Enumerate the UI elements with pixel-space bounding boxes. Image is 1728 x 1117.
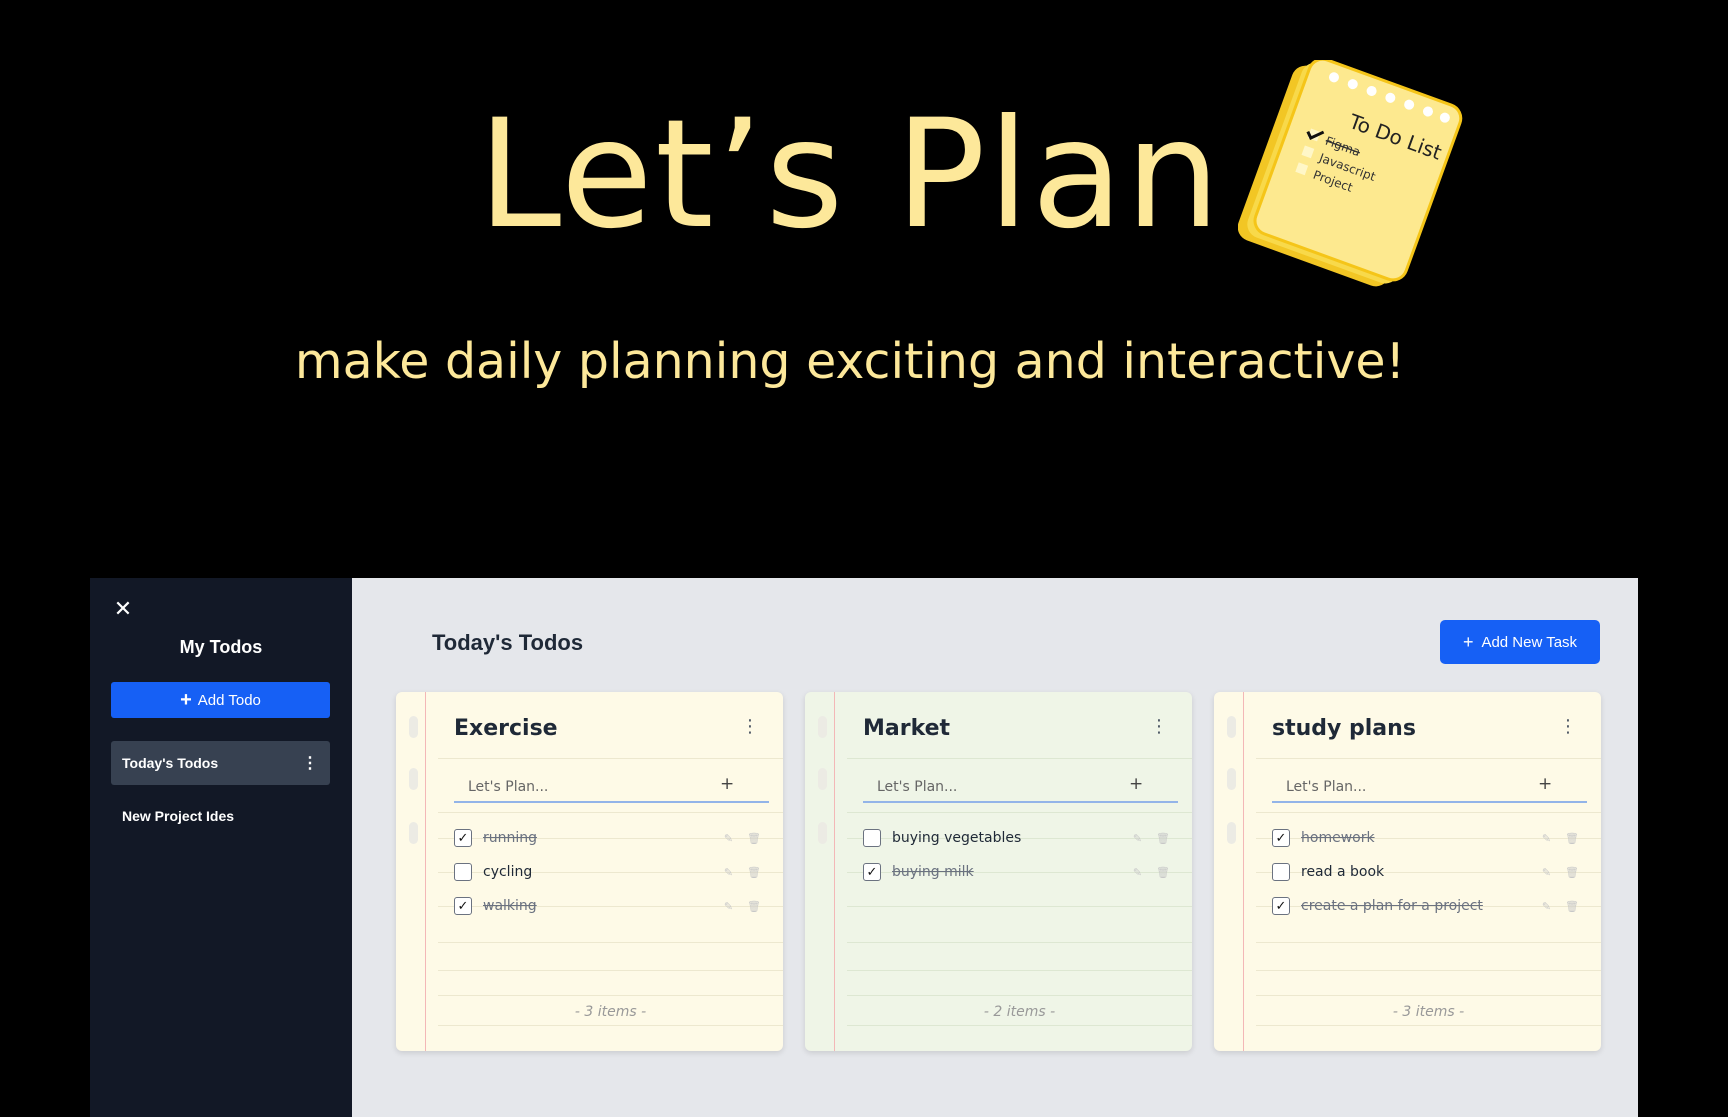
pencil-icon[interactable]: ✎ xyxy=(1133,866,1142,879)
more-vertical-icon[interactable]: ⋮ xyxy=(1559,716,1577,737)
task-text: running xyxy=(483,830,538,846)
card-item-count: - 3 items - xyxy=(574,1004,647,1020)
task-text: read a book xyxy=(1301,864,1385,880)
task-item: cycling ✎ 🗑 xyxy=(454,860,769,884)
trash-icon[interactable]: 🗑 xyxy=(1565,900,1579,913)
sidebar-item-label: New Project Ides xyxy=(122,808,235,824)
task-text: buying milk xyxy=(892,864,974,880)
task-checkbox[interactable] xyxy=(863,829,881,847)
trash-icon[interactable]: 🗑 xyxy=(1565,832,1579,845)
task-item: ✓ buying milk ✎ 🗑 xyxy=(863,860,1178,884)
add-todo-label: Add Todo xyxy=(197,691,261,709)
card-item-count: - 3 items - xyxy=(1392,1004,1465,1020)
pencil-icon[interactable]: ✎ xyxy=(1542,832,1551,845)
notepad-illustration: To Do List Figma Javascript Project xyxy=(1238,60,1463,287)
task-item: buying vegetables ✎ 🗑 xyxy=(863,826,1178,850)
pencil-icon[interactable]: ✎ xyxy=(724,832,733,845)
add-new-task-button[interactable]: + Add New Task xyxy=(1440,620,1600,664)
trash-icon[interactable]: 🗑 xyxy=(747,900,761,913)
sidebar-item-todays-todos[interactable]: Today's Todos ⋮ xyxy=(111,741,330,785)
todo-card-market: Market ⋮ + buying vegetables ✎ 🗑 ✓ buying… xyxy=(805,692,1192,1051)
task-text: buying vegetables xyxy=(892,830,1022,846)
pencil-icon[interactable]: ✎ xyxy=(1133,832,1142,845)
pencil-icon[interactable]: ✎ xyxy=(724,900,733,913)
main-panel: Today's Todos + Add New Task Exercise ⋮ … xyxy=(352,578,1638,1117)
task-checkbox[interactable]: ✓ xyxy=(863,863,881,881)
pencil-icon[interactable]: ✎ xyxy=(1542,866,1551,879)
plus-icon: + xyxy=(1462,631,1474,652)
task-checkbox[interactable]: ✓ xyxy=(454,897,472,915)
add-todo-button[interactable]: + Add Todo xyxy=(111,682,330,718)
app-window: ✕ My Todos + Add Todo Today's Todos ⋮ Ne… xyxy=(90,578,1638,1117)
task-text: homework xyxy=(1301,830,1375,846)
margin-line xyxy=(834,692,835,1051)
pencil-icon[interactable]: ✎ xyxy=(724,866,733,879)
more-vertical-icon[interactable]: ⋮ xyxy=(741,716,759,737)
hero-subtitle: make daily planning exciting and interac… xyxy=(294,333,1406,390)
task-text: walking xyxy=(483,898,537,914)
pencil-icon[interactable]: ✎ xyxy=(1542,900,1551,913)
task-item: ✓ walking ✎ 🗑 xyxy=(454,894,769,918)
add-task-plus-icon[interactable]: + xyxy=(1538,774,1552,794)
todo-cards: Exercise ⋮ + ✓ running ✎ 🗑 cycling ✎ 🗑 ✓ w… xyxy=(396,692,1601,1051)
plus-icon: + xyxy=(180,688,192,711)
card-title: Market xyxy=(863,716,951,741)
add-task-plus-icon[interactable]: + xyxy=(1129,774,1143,794)
task-item: read a book ✎ 🗑 xyxy=(1272,860,1587,884)
close-icon[interactable]: ✕ xyxy=(112,598,134,620)
trash-icon[interactable]: 🗑 xyxy=(747,866,761,879)
task-text: create a plan for a project xyxy=(1301,898,1483,914)
task-checkbox[interactable] xyxy=(454,863,472,881)
task-item: ✓ homework ✎ 🗑 xyxy=(1272,826,1587,850)
trash-icon[interactable]: 🗑 xyxy=(1565,866,1579,879)
sidebar-title: My Todos xyxy=(179,637,263,657)
trash-icon[interactable]: 🗑 xyxy=(747,832,761,845)
sidebar-item-new-project-ides[interactable]: New Project Ides xyxy=(111,794,330,838)
task-checkbox[interactable]: ✓ xyxy=(1272,897,1290,915)
task-checkbox[interactable] xyxy=(1272,863,1290,881)
task-item: ✓ create a plan for a project ✎ 🗑 xyxy=(1272,894,1587,918)
todo-card-exercise: Exercise ⋮ + ✓ running ✎ 🗑 cycling ✎ 🗑 ✓ w… xyxy=(396,692,783,1051)
task-item: ✓ running ✎ 🗑 xyxy=(454,826,769,850)
more-vertical-icon[interactable]: ⋮ xyxy=(1150,716,1168,737)
more-vertical-icon[interactable]: ⋮ xyxy=(302,753,318,773)
task-checkbox[interactable]: ✓ xyxy=(1272,829,1290,847)
page-title: Today's Todos xyxy=(432,630,584,655)
card-item-count: - 2 items - xyxy=(983,1004,1056,1020)
add-task-plus-icon[interactable]: + xyxy=(720,774,734,794)
margin-line xyxy=(425,692,426,1051)
add-new-task-label: Add New Task xyxy=(1481,633,1578,651)
todo-card-study-plans: study plans ⋮ + ✓ homework ✎ 🗑 read a boo… xyxy=(1214,692,1601,1051)
sidebar-item-label: Today's Todos xyxy=(122,755,219,771)
card-title: study plans xyxy=(1272,716,1416,741)
card-title: Exercise xyxy=(454,716,558,741)
trash-icon[interactable]: 🗑 xyxy=(1156,832,1170,845)
margin-line xyxy=(1243,692,1244,1051)
trash-icon[interactable]: 🗑 xyxy=(1156,866,1170,879)
task-checkbox[interactable]: ✓ xyxy=(454,829,472,847)
task-text: cycling xyxy=(483,864,533,880)
sidebar: ✕ My Todos + Add Todo Today's Todos ⋮ Ne… xyxy=(90,578,352,1117)
